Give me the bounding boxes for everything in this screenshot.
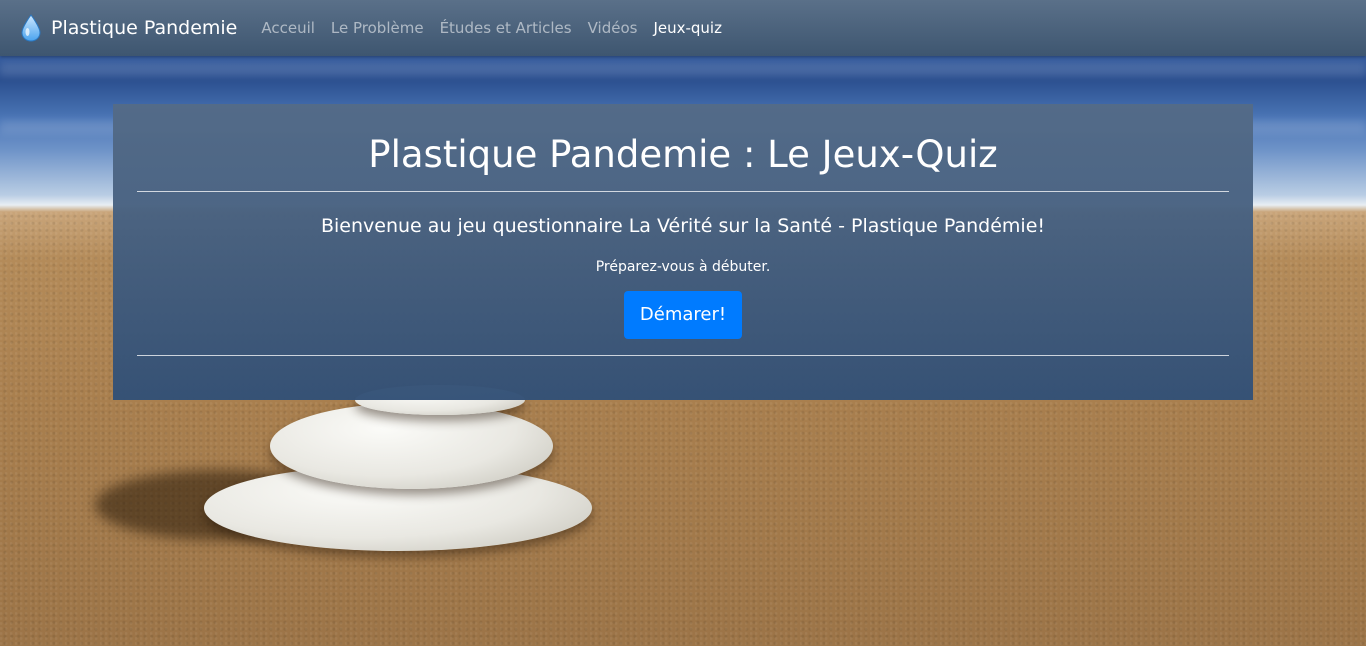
top-navbar: Plastique Pandemie Acceuil Le Problème É… [0, 0, 1366, 56]
water-drop-icon [21, 14, 41, 42]
quiz-title: Plastique Pandemie : Le Jeux-Quiz [368, 133, 998, 176]
quiz-panel: Plastique Pandemie : Le Jeux-Quiz Bienve… [113, 104, 1253, 400]
prepare-text: Préparez-vous à débuter. [595, 259, 771, 275]
nav-links: Acceuil Le Problème Études et Articles V… [253, 19, 730, 37]
nav-link-acceuil[interactable]: Acceuil [253, 19, 323, 37]
page: Plastique Pandemie Acceuil Le Problème É… [0, 0, 1366, 646]
divider [137, 355, 1229, 356]
stone-image [270, 403, 553, 489]
brand-name: Plastique Pandemie [51, 17, 238, 39]
nav-link-jeux-quiz[interactable]: Jeux-quiz [645, 19, 730, 37]
brand-link[interactable]: Plastique Pandemie [20, 14, 237, 42]
start-button[interactable]: Démarer! [623, 291, 743, 339]
welcome-text: Bienvenue au jeu questionnaire La Vérité… [320, 215, 1046, 237]
nav-link-le-probleme[interactable]: Le Problème [323, 19, 432, 37]
nav-link-etudes-et-articles[interactable]: Études et Articles [432, 19, 580, 37]
nav-link-videos[interactable]: Vidéos [580, 19, 646, 37]
divider [137, 191, 1229, 192]
